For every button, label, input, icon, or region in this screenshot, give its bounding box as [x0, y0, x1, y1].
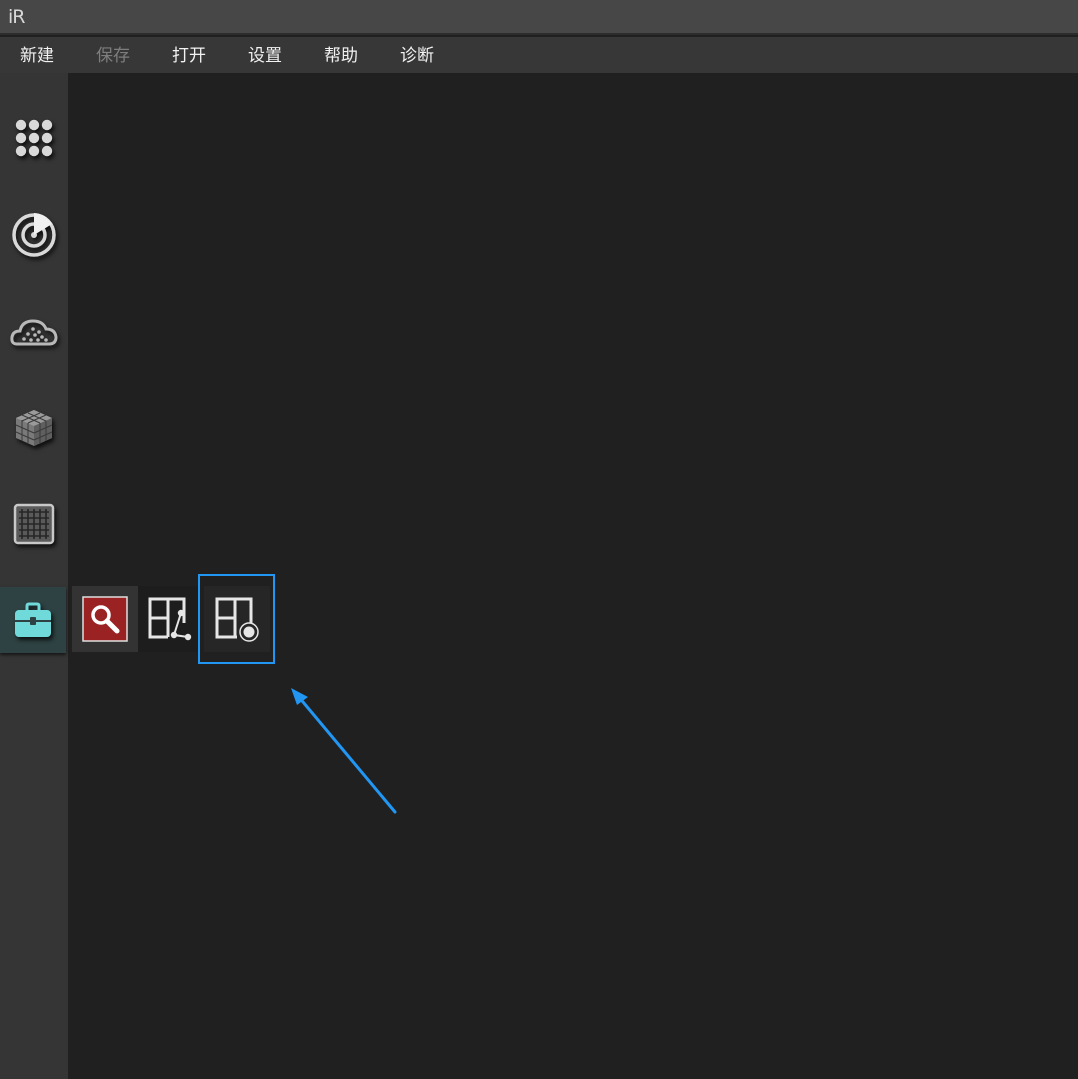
menu-save[interactable]: 保存 — [96, 45, 130, 67]
sidebar-item-radar[interactable] — [0, 199, 68, 271]
pointer-arrow-icon — [291, 688, 397, 814]
menu-open[interactable]: 打开 — [172, 45, 206, 67]
menu-help[interactable]: 帮助 — [324, 45, 358, 67]
menu-new[interactable]: 新建 — [20, 45, 54, 67]
menu-diagnose[interactable]: 诊断 — [400, 45, 434, 67]
sidebar-item-mesh[interactable] — [0, 392, 68, 464]
app-logo: iR — [8, 6, 26, 28]
title-bar: iR — [0, 0, 1078, 35]
toolbox-icon — [15, 602, 51, 637]
menu-settings[interactable]: 设置 — [248, 45, 282, 67]
menu-bar: 新建 保存 打开 设置 帮助 诊断 — [0, 37, 1078, 73]
sidebar-item-apps[interactable] — [0, 102, 68, 174]
flyout-layout-link-button[interactable] — [138, 586, 198, 652]
sidebar-item-point-cloud[interactable] — [0, 296, 68, 368]
sidebar-item-grid[interactable] — [0, 488, 68, 560]
flyout-search-button[interactable] — [72, 586, 138, 652]
search-icon — [82, 596, 128, 642]
apps-grid-icon — [15, 119, 53, 157]
point-cloud-icon — [10, 319, 58, 346]
layout-link-icon — [148, 597, 192, 641]
grid-table-icon — [13, 503, 55, 545]
radar-icon — [12, 213, 56, 257]
mesh-cube-icon — [15, 410, 53, 446]
sidebar-item-toolbox[interactable] — [0, 587, 66, 653]
selection-highlight — [198, 574, 275, 664]
